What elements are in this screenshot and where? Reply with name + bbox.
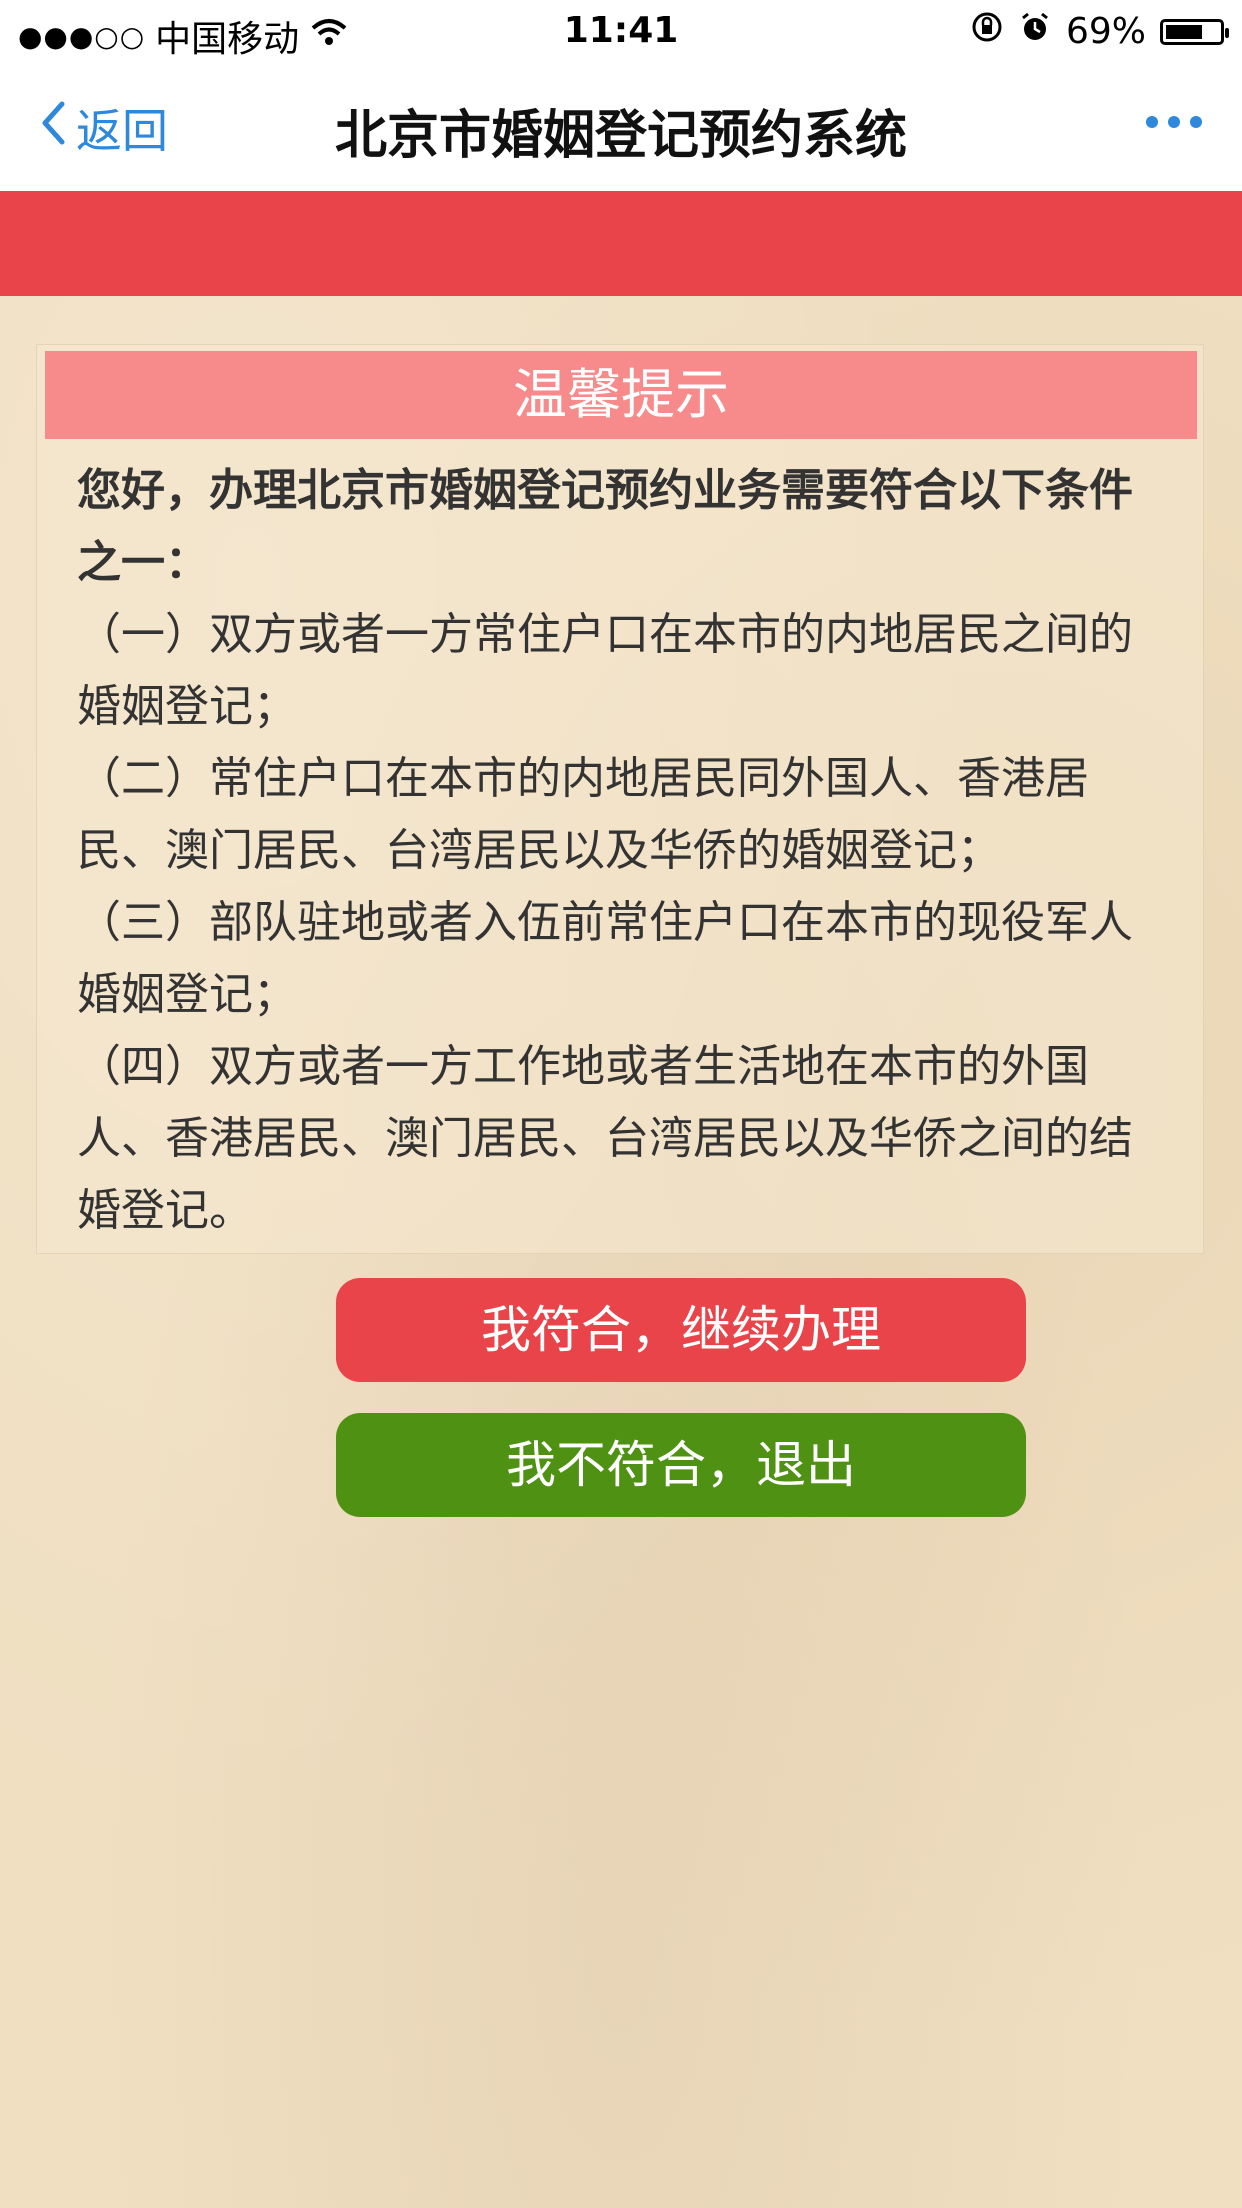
more-dot-icon	[1168, 116, 1180, 128]
condition-item-1: （一）双方或者一方常住户口在本市的内地居民之间的婚姻登记；	[77, 609, 1133, 732]
more-dot-icon	[1146, 116, 1158, 128]
notice-card: 温馨提示 您好，办理北京市婚姻登记预约业务需要符合以下条件之一： （一）双方或者…	[36, 344, 1204, 1254]
battery-icon	[1160, 18, 1229, 45]
orientation-lock-icon	[970, 10, 1004, 53]
more-options-button[interactable]	[1146, 97, 1202, 147]
battery-fill	[1166, 24, 1202, 39]
alarm-icon	[1018, 10, 1052, 53]
notice-intro: 您好，办理北京市婚姻登记预约业务需要符合以下条件之一：	[77, 465, 1133, 588]
header-banner	[0, 191, 1242, 296]
more-dot-icon	[1190, 116, 1202, 128]
notice-header: 温馨提示	[45, 351, 1197, 439]
exit-button[interactable]: 我不符合，退出	[336, 1413, 1026, 1517]
notice-body: 您好，办理北京市婚姻登记预约业务需要符合以下条件之一： （一）双方或者一方常住户…	[77, 455, 1167, 1247]
status-right: 69%	[970, 10, 1229, 53]
condition-item-4: （四）双方或者一方工作地或者生活地在本市的外国人、香港居民、澳门居民、台湾居民以…	[77, 1041, 1133, 1236]
page-title: 北京市婚姻登记预约系统	[334, 106, 907, 166]
condition-item-3: （三）部队驻地或者入伍前常住户口在本市的现役军人婚姻登记；	[77, 897, 1133, 1020]
status-bar: ●●●○○ 中国移动 11:41 69%	[0, 0, 1242, 61]
continue-button[interactable]: 我符合，继续办理	[336, 1278, 1026, 1382]
navigation-bar: 返回 北京市婚姻登记预约系统	[0, 61, 1242, 191]
condition-item-2: （二）常住户口在本市的内地居民同外国人、香港居民、澳门居民、台湾居民以及华侨的婚…	[77, 753, 1089, 876]
battery-percent: 69%	[1065, 11, 1146, 52]
